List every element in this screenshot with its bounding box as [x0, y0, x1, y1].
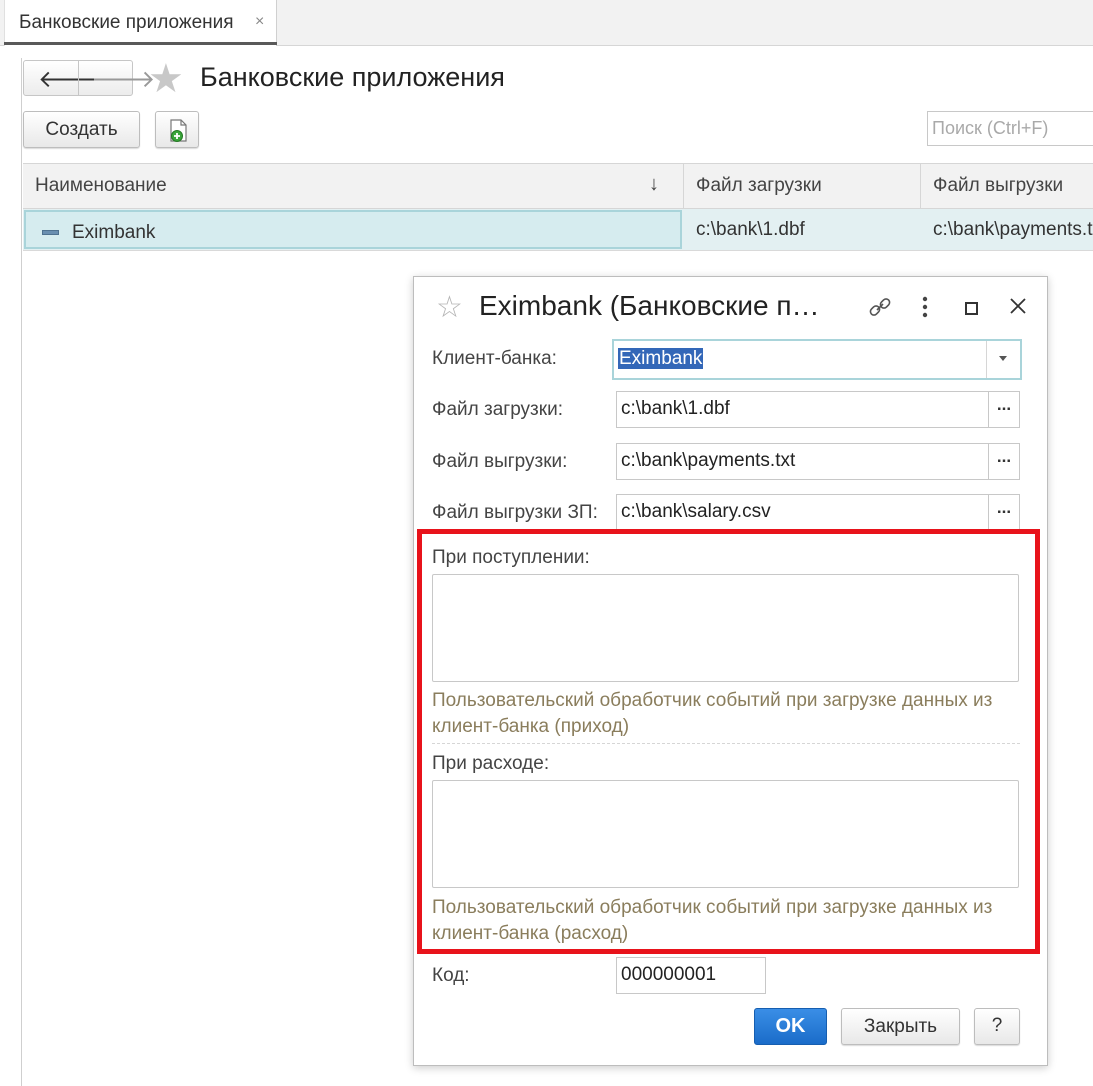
code-label: Код: — [432, 965, 470, 986]
client-bank-value: Eximbank — [618, 348, 704, 369]
favorite-star-icon[interactable]: ☆ — [436, 290, 463, 325]
salary-file-browse-button[interactable]: ... — [988, 494, 1020, 531]
unload-file-browse-button[interactable]: ... — [988, 443, 1020, 480]
create-button-label: Создать — [45, 119, 118, 140]
sort-down-icon[interactable]: ↓ — [649, 173, 659, 196]
cell-load-file: c:\bank\1.dbf — [696, 219, 805, 240]
new-document-icon — [170, 119, 187, 142]
more-actions-icon[interactable] — [919, 294, 931, 320]
column-divider[interactable] — [683, 164, 684, 209]
column-divider[interactable] — [920, 164, 921, 209]
link-icon[interactable] — [866, 295, 894, 319]
dialog-title: Eximbank (Банковские п… — [479, 290, 820, 321]
tab-bar: Банковские приложения × — [0, 0, 1093, 46]
create-button[interactable]: Создать — [23, 111, 140, 148]
help-button[interactable]: ? — [974, 1008, 1020, 1045]
table-header: Наименование ↓ Файл загрузки Файл выгруз… — [23, 163, 1093, 209]
browse-dots: ... — [996, 395, 1012, 414]
code-value: 000000001 — [621, 964, 717, 985]
table-row[interactable]: Eximbank c:\bank\1.dbf c:\bank\payments.… — [23, 209, 1093, 251]
salary-file-value: c:\bank\salary.csv — [621, 501, 771, 522]
load-file-browse-button[interactable]: ... — [988, 391, 1020, 428]
unload-file-field[interactable]: c:\bank\payments.txt — [616, 443, 989, 480]
code-field[interactable]: 000000001 — [616, 957, 766, 994]
maximize-icon[interactable] — [965, 302, 978, 315]
browse-dots: ... — [996, 498, 1012, 517]
client-bank-label: Клиент-банка: — [432, 348, 557, 369]
cell-name: Eximbank — [72, 222, 156, 243]
ok-button[interactable]: OK — [754, 1008, 827, 1045]
close-button[interactable]: Закрыть — [841, 1008, 960, 1045]
unload-file-value: c:\bank\payments.txt — [621, 450, 796, 471]
item-icon — [42, 230, 59, 235]
cell-unload-file: c:\bank\payments.txt — [933, 219, 1093, 240]
ok-button-label: OK — [775, 1015, 806, 1037]
nav-buttons: 🡐 🡒 — [23, 60, 155, 96]
active-tab-indicator — [4, 42, 277, 45]
load-file-value: c:\bank\1.dbf — [621, 398, 730, 419]
favorite-star-icon[interactable]: ★ — [148, 56, 184, 102]
load-file-label: Файл загрузки: — [432, 399, 563, 420]
nav-divider — [78, 61, 79, 95]
tab-bank-apps[interactable]: Банковские приложения × — [4, 0, 277, 46]
unload-file-label: Файл выгрузки: — [432, 451, 568, 472]
tab-close-icon[interactable]: × — [255, 13, 264, 31]
add-copy-button[interactable] — [155, 111, 199, 148]
forward-arrow-icon[interactable]: 🡒 — [91, 64, 155, 94]
column-header-load-file[interactable]: Файл загрузки — [696, 175, 822, 197]
browse-dots: ... — [996, 447, 1012, 466]
client-bank-select[interactable]: Eximbank — [612, 339, 1022, 380]
salary-file-label: Файл выгрузки ЗП: — [432, 502, 598, 523]
selected-cell: Eximbank — [24, 210, 682, 249]
page-title: Банковские приложения — [200, 62, 505, 92]
search-placeholder: Поиск (Ctrl+F) — [932, 118, 1049, 138]
close-button-label: Закрыть — [863, 1016, 938, 1037]
load-file-field[interactable]: c:\bank\1.dbf — [616, 391, 989, 428]
chevron-down-icon[interactable] — [986, 341, 1020, 378]
close-icon[interactable] — [1006, 294, 1030, 318]
column-header-name[interactable]: Наименование — [35, 175, 167, 197]
search-input[interactable]: Поиск (Ctrl+F) — [927, 111, 1093, 146]
help-button-label: ? — [991, 1015, 1003, 1036]
column-header-unload-file[interactable]: Файл выгрузки — [933, 175, 1063, 197]
salary-file-field[interactable]: c:\bank\salary.csv — [616, 494, 989, 531]
highlight-annotation — [417, 529, 1040, 954]
content-left-border — [21, 58, 22, 1086]
tab-label: Банковские приложения — [19, 12, 234, 33]
